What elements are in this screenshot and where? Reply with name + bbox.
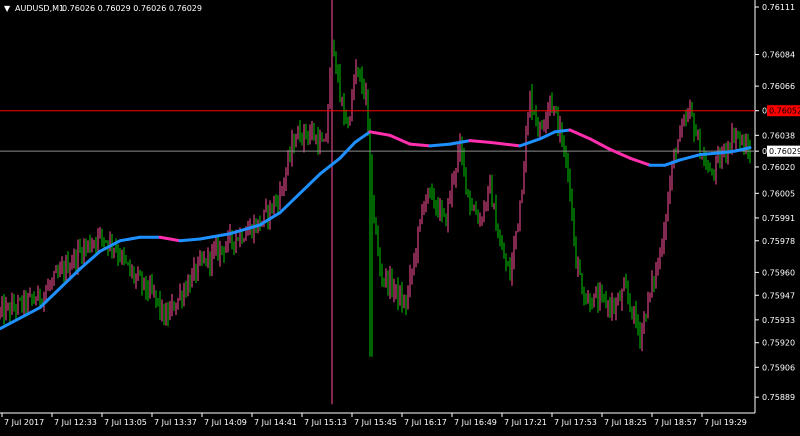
y-tick-label: 0.76066 [762,82,795,91]
x-tick-label: 7 Jul 13:05 [104,418,147,427]
symbol-menu-icon[interactable]: ▼ [4,4,11,13]
y-tick-label: 0.76084 [762,50,795,59]
x-tick-label: 7 Jul 2017 [4,418,44,427]
y-tick-label: 0.76111 [762,3,795,12]
y-tick-label: 0.75920 [762,339,795,348]
ohlc-readout: 0.76026 0.76029 0.76026 0.76029 [62,4,202,13]
y-tick-label: 0.75960 [762,268,795,277]
y-tick-label: 0.76020 [762,163,795,172]
red-price-tag: 0.76052 [767,105,800,117]
chart-background [0,0,800,432]
ma-segment [428,142,452,148]
bid-price-tag: 0.76029 [767,145,800,157]
x-tick-label: 7 Jul 12:33 [54,418,97,427]
x-tick-label: 7 Jul 18:25 [604,418,647,427]
x-tick-label: 7 Jul 17:21 [504,418,547,427]
chart-window[interactable]: 0.76111 0.76084 0.76066 0.76052 0.76038 0.760… [0,0,800,432]
y-tick-label: 0.75991 [762,214,795,223]
x-tick-label: 7 Jul 18:57 [654,418,697,427]
symbol-label: AUDUSD,M1 [15,4,64,13]
y-tick-label: 0.75933 [762,316,795,325]
x-tick-label: 7 Jul 15:13 [304,418,347,427]
y-tick-label: 0.75906 [762,363,795,372]
x-tick-label: 7 Jul 19:29 [704,418,747,427]
ma-segment [178,237,202,243]
ma-segment [698,151,722,157]
x-tick-label: 7 Jul 16:17 [404,418,447,427]
y-tick-label: 0.75889 [762,393,795,402]
x-tick-label: 7 Jul 15:45 [354,418,397,427]
x-tick-label: 7 Jul 14:09 [204,418,247,427]
ma-segment [468,139,492,144]
price-chart[interactable]: 0.76111 0.76084 0.76066 0.76052 0.76038 0.760… [0,0,800,432]
x-tick-label: 7 Jul 16:49 [454,418,497,427]
x-tick-label: 7 Jul 13:37 [154,418,197,427]
y-tick-label: 0.75978 [762,237,795,246]
ma-segment [718,149,737,155]
x-tick-label: 7 Jul 17:53 [554,418,597,427]
bid-price-tag-label: 0.76029 [769,147,800,156]
ma-segment [553,128,572,134]
x-tick-label: 7 Jul 14:41 [254,418,297,427]
chart-header: ▼ AUDUSD,M1 0.76026 0.76029 0.76026 0.76… [4,4,202,13]
red-price-tag-label: 0.76052 [769,107,800,116]
y-tick-label: 0.76038 [762,131,795,140]
ma-segment [408,142,432,148]
y-tick-label: 0.75947 [762,291,795,300]
y-tick-label: 0.76005 [762,189,795,198]
